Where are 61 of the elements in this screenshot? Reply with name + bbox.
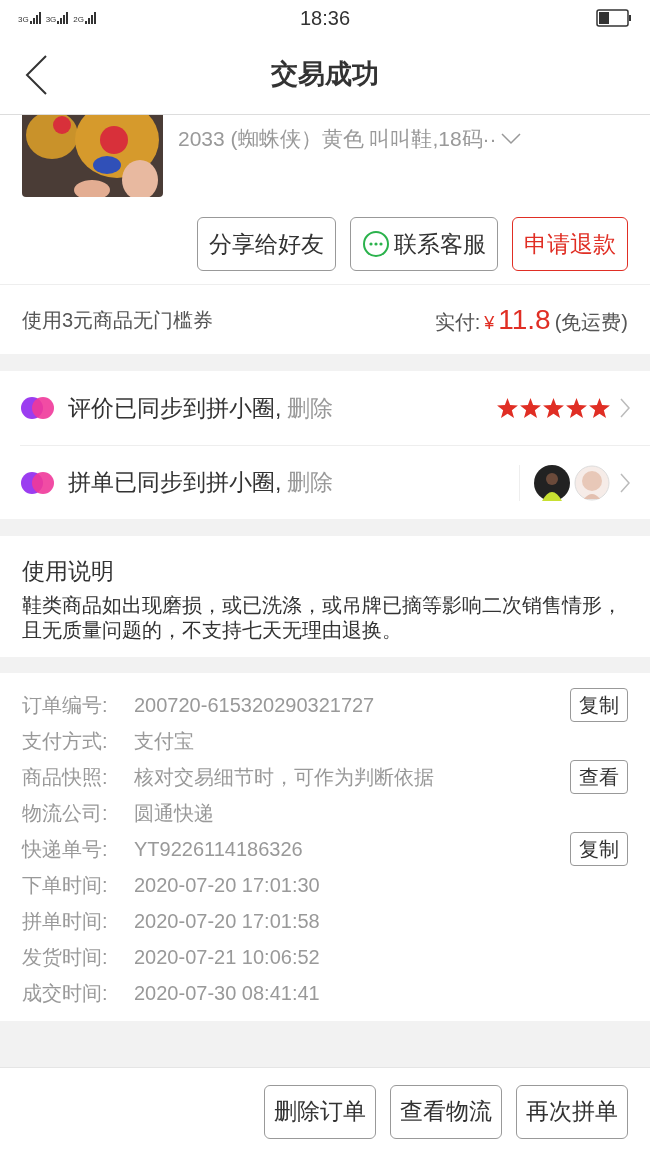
info-label: 拼单时间: (22, 908, 109, 934)
star-icon (566, 398, 587, 418)
avatar-icon (534, 464, 570, 501)
circles-icon (20, 469, 56, 496)
info-button[interactable]: 复制 (570, 831, 628, 866)
chevron-down-icon (500, 133, 521, 145)
info-label: 订单编号: (22, 692, 109, 718)
info-value: YT9226114186326 (134, 836, 303, 862)
signal-icon (57, 11, 70, 24)
sync-text: 拼单已同步到拼小圈, (68, 468, 282, 498)
info-label: 发货时间: (22, 944, 109, 970)
network-label: 3G (18, 15, 29, 24)
info-label: 成交时间: (22, 980, 109, 1006)
info-value: 核对交易细节时，可作为判断依据 (134, 764, 434, 790)
back-button[interactable] (24, 54, 48, 96)
chevron-right-icon (620, 398, 630, 418)
network-label: 3G (45, 15, 57, 24)
currency-symbol: ¥ (484, 311, 495, 335)
bottom-button[interactable]: 删除订单 (264, 1084, 376, 1139)
star-icon (497, 398, 518, 418)
info-button[interactable]: 查看 (570, 759, 628, 794)
paid-label: 实付: (434, 309, 481, 335)
chat-icon (362, 230, 390, 258)
action-button[interactable]: 申请退款 (512, 217, 628, 271)
star-icon (589, 398, 610, 418)
info-label: 物流公司: (22, 800, 109, 826)
info-label: 快递单号: (22, 836, 109, 862)
star-icon (520, 398, 541, 418)
info-label: 商品快照: (22, 764, 109, 790)
circles-icon (20, 395, 56, 421)
signal-icon (85, 11, 97, 24)
back-icon (24, 54, 48, 96)
info-value: 圆通快递 (134, 800, 214, 826)
battery-icon (596, 8, 632, 27)
coupon-text: 使用3元商品无门槛券 (22, 307, 214, 333)
info-label: 下单时间: (22, 872, 109, 898)
info-value: 2020-07-21 10:06:52 (134, 944, 320, 970)
info-value: 200720-615320290321727 (134, 692, 375, 718)
bottom-button[interactable]: 再次拼单 (516, 1084, 628, 1139)
paid-amount: 11.8 (498, 302, 551, 337)
status-time: 18:36 (299, 5, 351, 31)
signal-icon (29, 11, 42, 24)
avatar-icon (574, 464, 610, 501)
info-value: 2020-07-30 08:41:41 (134, 980, 320, 1006)
network-label: 2G (73, 15, 84, 24)
info-value: 支付宝 (134, 728, 194, 754)
bottom-button[interactable]: 查看物流 (390, 1084, 502, 1139)
shipping-note: (免运费) (554, 309, 628, 335)
page-title: 交易成功 (271, 58, 379, 92)
star-icon (543, 398, 564, 418)
action-button[interactable]: 分享给好友 (197, 217, 336, 271)
notice-text: 鞋类商品如出现磨损，或已洗涤，或吊牌已摘等影响二次销售情形，且无质量问题的，不支持七天无理由退换。 (22, 592, 623, 643)
product-spec: 2033 (蜘蛛侠）黄色 叫叫鞋,18码·· (178, 126, 497, 152)
chevron-right-icon (620, 472, 630, 493)
info-value: 2020-07-20 17:01:30 (134, 872, 320, 898)
notice-title: 使用说明 (22, 557, 115, 586)
action-button[interactable]: 联系客服 (350, 217, 498, 271)
info-value: 2020-07-20 17:01:58 (134, 908, 320, 934)
info-button[interactable]: 复制 (570, 687, 628, 722)
info-label: 支付方式: (22, 728, 109, 754)
sync-text: 评价已同步到拼小圈, (68, 393, 282, 423)
